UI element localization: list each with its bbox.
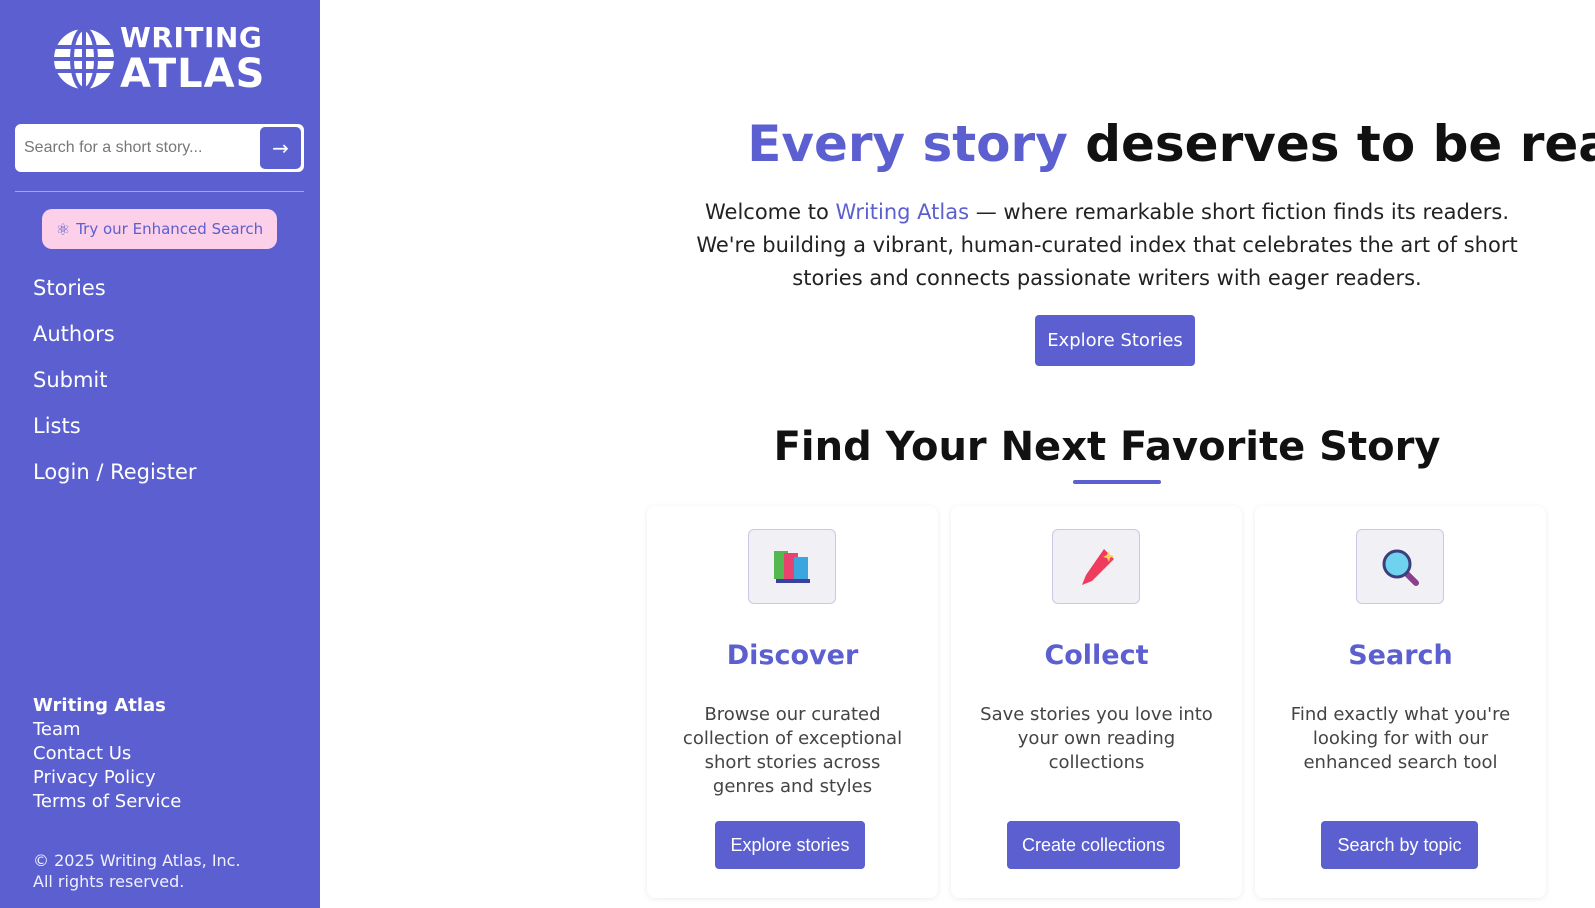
writing-atlas-logo[interactable]: WRITING ATLAS <box>52 24 265 94</box>
explore-stories-card-button[interactable]: Explore stories <box>715 821 865 869</box>
explore-stories-button[interactable]: Explore Stories <box>1035 315 1195 366</box>
logo-line1: WRITING <box>120 21 263 54</box>
search-by-topic-button[interactable]: Search by topic <box>1321 821 1478 869</box>
books-icon <box>748 529 836 604</box>
hero-text-after: — where remarkable short fiction finds i… <box>975 200 1509 224</box>
hero-title-accent: Every story <box>747 115 1068 173</box>
sidebar: WRITING ATLAS → ⚛ Try our Enhanced Searc… <box>0 0 320 908</box>
feature-desc-search: Find exactly what you're looking for wit… <box>1290 704 1511 773</box>
enhanced-search-button[interactable]: ⚛ Try our Enhanced Search <box>42 209 277 249</box>
sidebar-nav: Stories Authors Submit Lists Login / Reg… <box>33 272 197 502</box>
sidebar-divider <box>15 191 304 192</box>
logo-line2: ATLAS <box>120 51 266 97</box>
sidebar-item-submit[interactable]: Submit <box>33 364 197 410</box>
hero-text-before: Welcome to <box>704 200 829 224</box>
arrow-right-icon: → <box>272 136 289 160</box>
feature-title-search: Search <box>1348 640 1453 671</box>
feature-card-discover: Discover Browse our curated collection o… <box>647 506 938 898</box>
hero-title: Every story deserves to be read. <box>660 115 1595 173</box>
hero-title-rest: deserves to be read. <box>1085 115 1595 173</box>
hero-text-line2: We're building a vibrant, human-curated … <box>696 233 1518 290</box>
sidebar-item-authors[interactable]: Authors <box>33 318 197 364</box>
enhanced-search-label: Try our Enhanced Search <box>76 220 264 238</box>
features-title: Find Your Next Favorite Story <box>773 424 1441 470</box>
footer-link-privacy[interactable]: Privacy Policy <box>33 766 181 790</box>
hero-brand-link[interactable]: Writing Atlas <box>836 200 970 224</box>
create-collections-button[interactable]: Create collections <box>1007 821 1180 869</box>
feature-card-search: Search Find exactly what you're looking … <box>1255 506 1546 898</box>
footer-heading: Writing Atlas <box>33 695 166 716</box>
feature-desc-collect: Save stories you love into your own read… <box>980 704 1213 773</box>
feature-desc-discover: Browse our curated collection of excepti… <box>682 704 903 797</box>
feature-card-collect: Collect Save stories you love into your … <box>951 506 1242 898</box>
copyright-text: © 2025 Writing Atlas, Inc. All rights re… <box>33 851 241 891</box>
footer-link-team[interactable]: Team <box>33 718 181 742</box>
globe-icon <box>54 27 114 91</box>
atom-icon: ⚛ <box>55 219 71 239</box>
main-content: Every story deserves to be read. Welcome… <box>320 0 1595 908</box>
bookmark-icon <box>1052 529 1140 604</box>
story-search-box: → <box>15 124 304 172</box>
sidebar-item-lists[interactable]: Lists <box>33 410 197 456</box>
sidebar-item-stories[interactable]: Stories <box>33 272 197 318</box>
search-submit-button[interactable]: → <box>260 127 301 169</box>
footer-link-contact[interactable]: Contact Us <box>33 742 181 766</box>
sidebar-footer: Writing Atlas Team Contact Us Privacy Po… <box>33 694 181 814</box>
title-underline <box>1073 480 1161 484</box>
feature-title-collect: Collect <box>1044 640 1149 671</box>
sidebar-item-login-register[interactable]: Login / Register <box>33 456 197 502</box>
magnifier-icon <box>1356 529 1444 604</box>
feature-title-discover: Discover <box>726 640 859 671</box>
footer-link-terms[interactable]: Terms of Service <box>33 790 181 814</box>
story-search-input[interactable] <box>15 128 255 168</box>
hero-description: Welcome to Writing Atlas — where remarka… <box>660 196 1554 295</box>
